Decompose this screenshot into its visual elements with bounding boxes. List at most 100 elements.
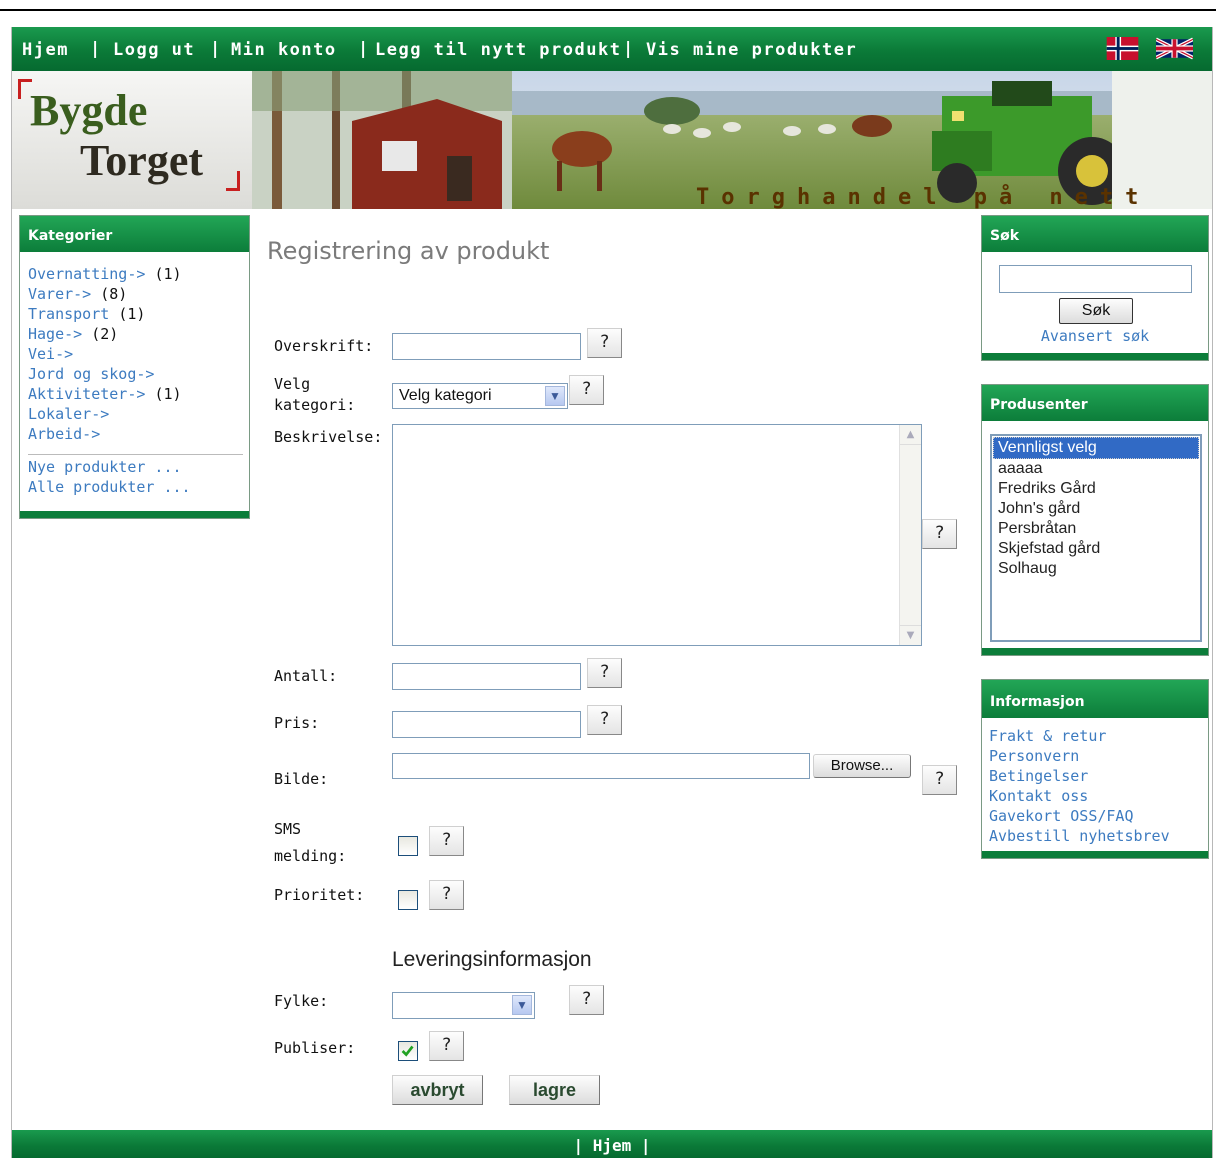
nav-logout-link[interactable]: Logg ut	[113, 40, 195, 60]
chevron-down-icon[interactable]: ▼	[545, 386, 565, 406]
search-header: Søk	[982, 216, 1208, 254]
category-item[interactable]: Vei->	[28, 344, 249, 364]
description-label: Beskrivelse:	[274, 428, 383, 446]
unsubscribe-newsletter-link[interactable]: Avbestill nyhetsbrev	[989, 826, 1208, 846]
scroll-down-icon[interactable]: ▼	[900, 625, 921, 645]
all-products-link[interactable]: Alle produkter ...	[28, 477, 249, 497]
category-select-value: Velg kategori	[399, 387, 492, 404]
sms-help-button[interactable]: ?	[429, 826, 464, 856]
producers-listbox[interactable]: Vennligst velg aaaaa Fredriks Gård John'…	[990, 434, 1202, 642]
uk-flag-icon[interactable]	[1156, 37, 1193, 60]
category-label-line2: kategori:	[274, 396, 356, 414]
quantity-input[interactable]	[392, 663, 581, 690]
county-label: Fylke:	[274, 992, 329, 1010]
nav-home-link[interactable]: Hjem	[22, 40, 69, 60]
category-item[interactable]: Lokaler->	[28, 404, 249, 424]
quantity-label: Antall:	[274, 667, 338, 685]
image-label: Bilde:	[274, 770, 329, 788]
top-nav-bar: Hjem | Logg ut | Min konto | Legg til ny…	[12, 27, 1212, 71]
panel-footer-bar	[982, 648, 1208, 655]
producers-header: Produsenter	[982, 385, 1208, 423]
sms-label-line2: melding:	[274, 847, 347, 865]
priority-label: Prioritet:	[274, 886, 365, 904]
category-item[interactable]: Aktiviteter-> (1)	[28, 384, 249, 404]
producer-option[interactable]: aaaaa	[993, 459, 1199, 479]
delivery-section-title: Leveringsinformasjon	[392, 948, 592, 971]
panel-footer-bar	[20, 511, 249, 518]
new-products-link[interactable]: Nye produkter ...	[28, 457, 249, 477]
terms-link[interactable]: Betingelser	[989, 766, 1208, 786]
nav-separator: |	[90, 39, 102, 59]
sms-label-line1: SMS	[274, 820, 302, 838]
description-help-button[interactable]: ?	[922, 519, 957, 549]
chevron-down-icon[interactable]: ▼	[512, 995, 532, 1015]
footer-separator: |	[573, 1136, 593, 1155]
footer-separator: |	[631, 1136, 651, 1155]
search-button[interactable]: Søk	[1059, 298, 1133, 324]
category-item[interactable]: Transport (1)	[28, 304, 249, 324]
publish-help-button[interactable]: ?	[429, 1031, 464, 1061]
producer-option[interactable]: John's gård	[993, 499, 1199, 519]
nav-my-products-link[interactable]: Vis mine produkter	[646, 40, 857, 60]
categories-header: Kategorier	[20, 216, 249, 254]
logo-bracket-icon	[226, 171, 240, 191]
producers-panel: Produsenter Vennligst velg aaaaa Fredrik…	[981, 384, 1209, 656]
shipping-returns-link[interactable]: Frakt & retur	[989, 726, 1208, 746]
header-banner: Bygde Torget Torghandel på nett	[12, 71, 1212, 209]
footer-home-link[interactable]: Hjem	[593, 1136, 632, 1155]
search-panel: Søk Søk Avansert søk	[981, 215, 1209, 361]
scroll-up-icon[interactable]: ▲	[900, 425, 921, 445]
image-file-input[interactable]	[392, 753, 810, 779]
contact-link[interactable]: Kontakt oss	[989, 786, 1208, 806]
nav-add-product-link[interactable]: Legg til nytt produkt	[375, 40, 621, 60]
image-help-button[interactable]: ?	[922, 765, 957, 795]
county-select[interactable]: ▼	[392, 992, 535, 1019]
privacy-link[interactable]: Personvern	[989, 746, 1208, 766]
page-frame: Hjem | Logg ut | Min konto | Legg til ny…	[11, 27, 1213, 1158]
nav-my-account-link[interactable]: Min konto	[231, 40, 337, 60]
category-divider	[28, 454, 243, 455]
category-item[interactable]: Hage-> (2)	[28, 324, 249, 344]
information-links: Frakt & retur Personvern Betingelser Kon…	[982, 720, 1208, 846]
nav-separator: |	[210, 39, 222, 59]
information-panel: Informasjon Frakt & retur Personvern Bet…	[981, 679, 1209, 859]
producer-option[interactable]: Fredriks Gård	[993, 479, 1199, 499]
search-input[interactable]	[999, 265, 1192, 293]
description-textarea[interactable]: ▲ ▼	[392, 424, 922, 646]
category-item[interactable]: Jord og skog->	[28, 364, 249, 384]
norwegian-flag-icon[interactable]	[1104, 37, 1141, 60]
browse-button[interactable]: Browse...	[813, 754, 911, 778]
price-help-button[interactable]: ?	[587, 705, 622, 735]
category-item[interactable]: Arbeid->	[28, 424, 249, 444]
publish-checkbox[interactable]	[398, 1041, 418, 1061]
logo-text-bottom: Torget	[80, 136, 204, 185]
category-help-button[interactable]: ?	[569, 375, 604, 405]
producer-option[interactable]: Persbråtan	[993, 519, 1199, 539]
category-select[interactable]: Velg kategori ▼	[392, 383, 568, 409]
producer-option[interactable]: Skjefstad gård	[993, 539, 1199, 559]
nav-separator: |	[623, 39, 635, 59]
headline-help-button[interactable]: ?	[587, 328, 622, 358]
category-item[interactable]: Varer-> (8)	[28, 284, 249, 304]
advanced-search-link[interactable]: Avansert søk	[982, 327, 1208, 345]
textarea-scrollbar[interactable]: ▲ ▼	[899, 425, 921, 645]
quantity-help-button[interactable]: ?	[587, 658, 622, 688]
price-label: Pris:	[274, 714, 320, 732]
category-item[interactable]: Overnatting-> (1)	[28, 264, 249, 284]
producer-option-selected[interactable]: Vennligst velg	[993, 437, 1199, 459]
panel-footer-bar	[982, 353, 1208, 360]
logo-text-top: Bygde	[30, 86, 148, 135]
sms-checkbox[interactable]	[398, 836, 418, 856]
gift-card-faq-link[interactable]: Gavekort OSS/FAQ	[989, 806, 1208, 826]
save-button[interactable]: lagre	[509, 1075, 600, 1105]
publish-label: Publiser:	[274, 1039, 356, 1057]
priority-help-button[interactable]: ?	[429, 880, 464, 910]
priority-checkbox[interactable]	[398, 890, 418, 910]
producer-option[interactable]: Solhaug	[993, 559, 1199, 579]
county-help-button[interactable]: ?	[569, 985, 604, 1015]
site-logo[interactable]: Bygde Torget	[12, 71, 252, 209]
information-header: Informasjon	[982, 680, 1208, 720]
headline-input[interactable]	[392, 333, 581, 360]
price-input[interactable]	[392, 711, 581, 738]
cancel-button[interactable]: avbryt	[392, 1075, 483, 1105]
